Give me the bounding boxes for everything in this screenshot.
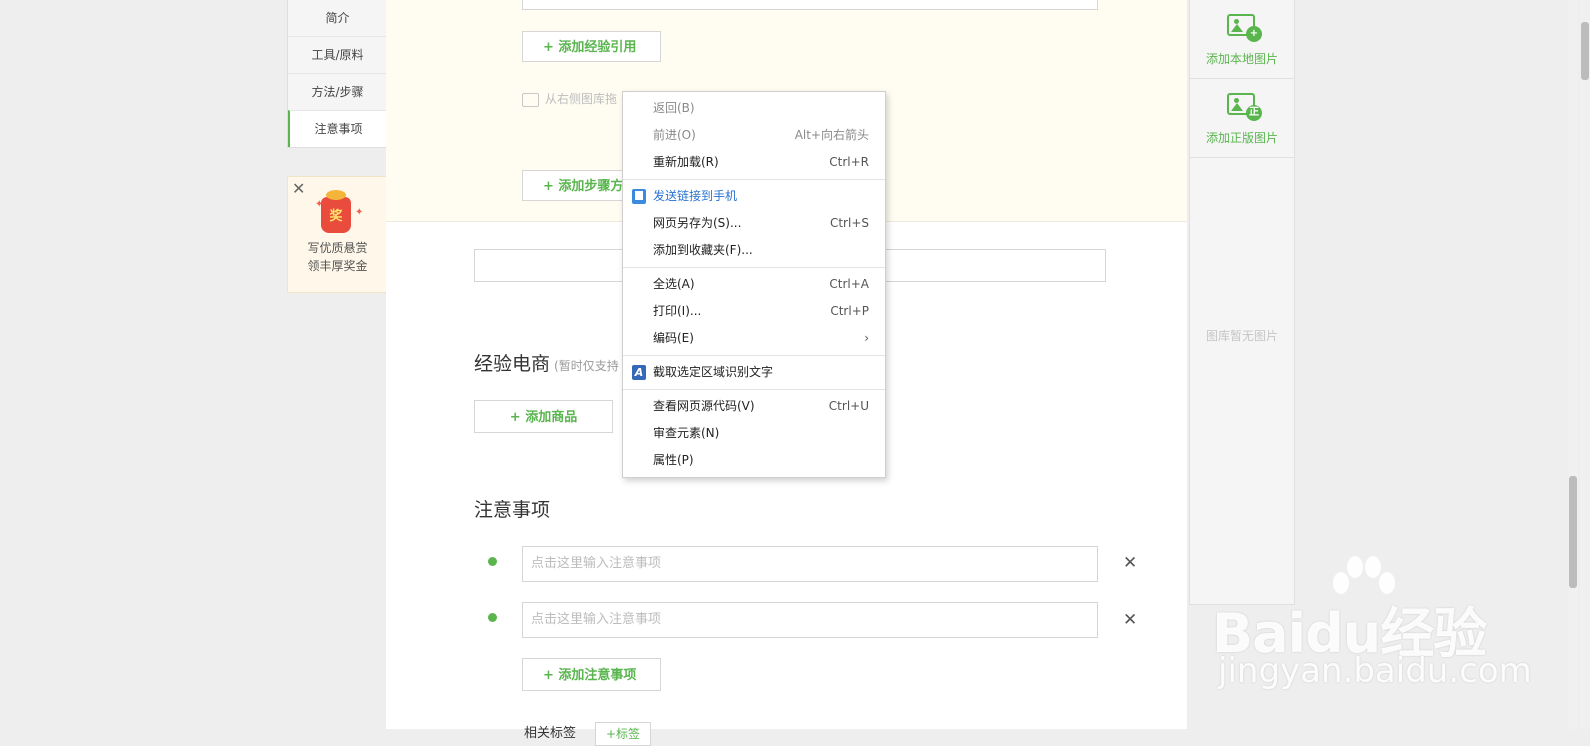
menu-item-properties[interactable]: 属性(P) [623,447,885,474]
ecommerce-title: 经验电商 (暂时仅支持 [474,353,619,375]
menu-item-send-to-phone[interactable]: 发送链接到手机 [623,183,885,210]
menu-separator [623,179,885,180]
delete-note-icon[interactable]: ✕ [1123,553,1137,573]
delete-note-icon[interactable]: ✕ [1123,610,1137,630]
sparkle-icon: ✦ [355,207,364,218]
menu-item-inspect[interactable]: 审查元素(N) [623,420,885,447]
nav-item-intro[interactable]: 简介 [288,0,387,36]
notes-title: 注意事项 [474,499,551,521]
image-hint: 从右侧图库拖 [522,90,617,107]
phone-icon [632,189,646,204]
menu-separator [623,267,885,268]
plus-icon: + [1246,26,1262,42]
inner-scrollbar-thumb[interactable] [1569,476,1577,588]
menu-item-ocr[interactable]: A 截取选定区域识别文字 [623,359,885,386]
nav-item-tools[interactable]: 工具/原料 [288,36,387,73]
nav-item-steps[interactable]: 方法/步骤 [288,73,387,110]
empty-library-text: 图库暂无图片 [1205,329,1278,343]
page-scrollbar-thumb[interactable] [1581,22,1589,80]
menu-item-forward[interactable]: 前进(O) Alt+向右箭头 [623,122,885,149]
add-tag-button[interactable]: +标签 [595,722,652,746]
note-input-1[interactable]: 点击这里输入注意事项 [522,546,1098,582]
context-menu: 返回(B) 前进(O) Alt+向右箭头 重新加载(R) Ctrl+R 发送链接到手… [622,91,886,478]
step-input[interactable] [522,0,1098,10]
menu-item-reload[interactable]: 重新加载(R) Ctrl+R [623,149,885,176]
add-licensed-image-button[interactable]: 正 添加正版图片 [1190,79,1294,158]
tags-label: 相关标签 [524,726,577,741]
menu-item-encoding[interactable]: 编码(E) › [623,325,885,352]
menu-item-back[interactable]: 返回(B) [623,95,885,122]
red-envelope-icon: 奖 [321,190,351,233]
menu-item-save-as[interactable]: 网页另存为(S)... Ctrl+S [623,210,885,237]
add-note-button[interactable]: + 添加注意事项 [522,658,661,691]
image-icon [522,92,539,107]
menu-item-view-source[interactable]: 查看网页源代码(V) Ctrl+U [623,393,885,420]
nav-item-notes[interactable]: 注意事项 [288,110,387,147]
note-input-2[interactable]: 点击这里输入注意事项 [522,602,1098,638]
bullet-dot [488,557,497,566]
page-scrollbar[interactable] [1580,0,1590,729]
sparkle-icon: ✦ [315,199,324,210]
close-icon[interactable]: ✕ [292,179,305,198]
menu-item-add-favorite[interactable]: 添加到收藏夹(F)... [623,237,885,264]
menu-separator [623,389,885,390]
add-product-button[interactable]: + 添加商品 [474,400,613,433]
add-reference-button[interactable]: + 添加经验引用 [522,31,661,62]
licensed-badge-icon: 正 [1246,105,1262,121]
reward-banner[interactable]: ✕ 奖 ✦ ✦ 写优质悬赏 领丰厚奖金 [287,176,388,293]
chevron-right-icon: › [864,331,869,345]
add-local-image-button[interactable]: + 添加本地图片 [1190,0,1294,79]
ocr-icon: A [632,365,646,380]
image-library-panel: + 添加本地图片 正 添加正版图片 图库暂无图片 [1189,0,1295,605]
menu-item-print[interactable]: 打印(I)... Ctrl+P [623,298,885,325]
bullet-dot [488,613,497,622]
left-section-nav: 简介 工具/原料 方法/步骤 注意事项 [287,0,388,148]
reward-text: 写优质悬赏 领丰厚奖金 [307,241,368,273]
inner-scrollbar[interactable] [1568,0,1578,729]
watermark-url: jingyan.baidu.com [1218,651,1532,691]
menu-separator [623,355,885,356]
menu-item-select-all[interactable]: 全选(A) Ctrl+A [623,271,885,298]
